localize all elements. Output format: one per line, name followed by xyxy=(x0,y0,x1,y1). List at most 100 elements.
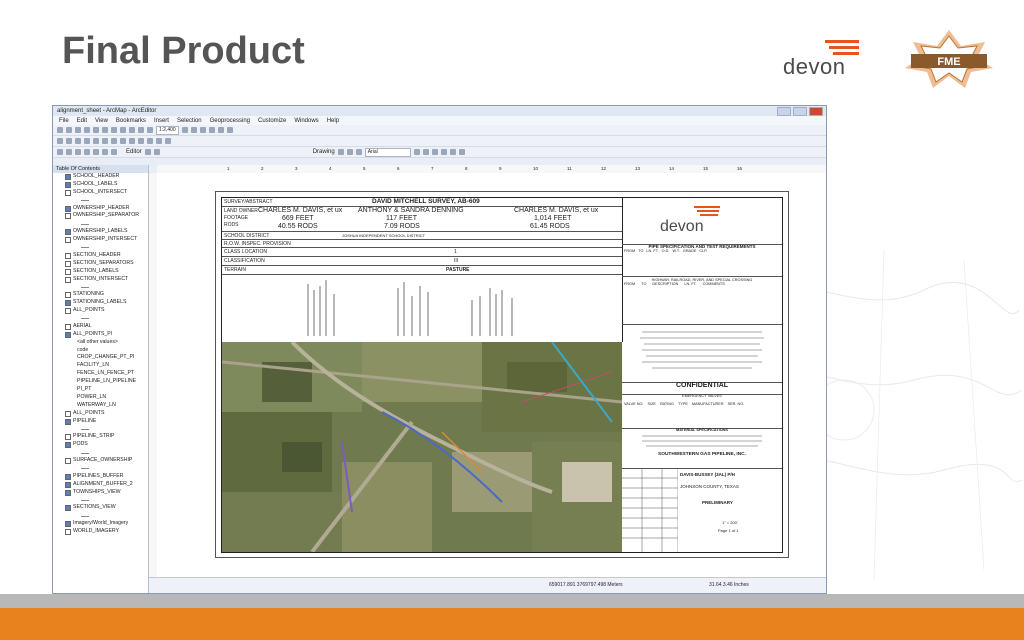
open-icon[interactable] xyxy=(66,127,72,133)
menu-selection[interactable]: Selection xyxy=(177,118,202,124)
time-slider-icon[interactable] xyxy=(165,138,171,144)
menu-help[interactable]: Help xyxy=(327,118,339,124)
editor-menu[interactable]: Editor xyxy=(126,149,142,155)
scale-field[interactable]: 1:2,400 xyxy=(156,125,179,135)
layout-zoom-in-icon[interactable] xyxy=(57,149,63,155)
select-features-icon[interactable] xyxy=(111,138,117,144)
toc-layer-row[interactable]: PIPELINE_STRIP xyxy=(53,433,148,441)
layer-visibility-checkbox[interactable] xyxy=(65,473,71,480)
toc-layer-row[interactable]: SCHOOL_LABELS xyxy=(53,181,148,189)
toc-layer-row[interactable]: PIPELINES_BUFFER xyxy=(53,473,148,481)
layer-visibility-checkbox[interactable] xyxy=(65,505,71,512)
menu-customize[interactable]: Customize xyxy=(258,118,286,124)
html-popup-icon[interactable] xyxy=(156,138,162,144)
toc-layer-row[interactable]: PIPELINE_LN_PIPELINE xyxy=(53,378,148,386)
zoom-whole-page-icon[interactable] xyxy=(84,149,90,155)
layer-visibility-checkbox[interactable] xyxy=(65,252,71,259)
add-data-icon[interactable] xyxy=(147,127,153,133)
layer-visibility-checkbox[interactable] xyxy=(65,260,71,267)
layer-visibility-checkbox[interactable] xyxy=(65,213,71,220)
minimize-button[interactable] xyxy=(777,106,791,116)
toc-layer-row[interactable]: STATIONING_LABELS xyxy=(53,299,148,307)
toc-layer-row[interactable]: PIPELINE xyxy=(53,418,148,426)
toc-layer-row[interactable]: SCHOOL_HEADER xyxy=(53,173,148,181)
toc-layer-row[interactable] xyxy=(53,283,148,291)
pan-icon[interactable] xyxy=(75,138,81,144)
underline-icon[interactable] xyxy=(431,149,438,155)
toc-layer-row[interactable] xyxy=(53,449,148,457)
layer-visibility-checkbox[interactable] xyxy=(65,489,71,496)
toc-layer-row[interactable]: ALL_POINTS_PI xyxy=(53,331,148,339)
delete-icon[interactable] xyxy=(120,127,126,133)
toc-layer-row[interactable] xyxy=(53,497,148,505)
toc-layer-row[interactable]: WATERWAY_LN xyxy=(53,402,148,410)
layer-visibility-checkbox[interactable] xyxy=(65,418,71,425)
text-icon[interactable] xyxy=(355,149,362,155)
menu-windows[interactable]: Windows xyxy=(294,118,318,124)
toc-layer-row[interactable]: PI_PT xyxy=(53,386,148,394)
toc-layer-row[interactable]: SCHOOL_INTERSECT xyxy=(53,189,148,197)
layout-zoom-out-icon[interactable] xyxy=(66,149,72,155)
layer-visibility-checkbox[interactable] xyxy=(65,300,71,307)
menu-edit[interactable]: Edit xyxy=(77,118,87,124)
layer-visibility-checkbox[interactable] xyxy=(65,229,71,236)
font-color-icon[interactable] xyxy=(440,149,447,155)
layer-visibility-checkbox[interactable] xyxy=(65,292,71,299)
arctoolbox-icon[interactable] xyxy=(217,127,224,133)
zoom-100-icon[interactable] xyxy=(93,149,99,155)
layer-visibility-checkbox[interactable] xyxy=(65,276,71,283)
layer-visibility-checkbox[interactable] xyxy=(65,434,71,441)
paste-icon[interactable] xyxy=(111,127,117,133)
toc-layer-row[interactable]: SECTION_SEPARATORS xyxy=(53,260,148,268)
layout-canvas[interactable]: SURVEY/ABSTRACT DAVID MITCHELL SURVEY, A… xyxy=(157,173,826,577)
menu-geoprocessing[interactable]: Geoprocessing xyxy=(210,118,250,124)
menu-view[interactable]: View xyxy=(95,118,108,124)
find-icon[interactable] xyxy=(129,138,135,144)
menu-bookmarks[interactable]: Bookmarks xyxy=(116,118,146,124)
toc-layer-row[interactable]: OWNERSHIP_LABELS xyxy=(53,228,148,236)
toc-layer-row[interactable]: OWNERSHIP_HEADER xyxy=(53,205,148,213)
line-color-icon[interactable] xyxy=(458,149,465,155)
toc-layer-row[interactable]: FACILITY_LN xyxy=(53,362,148,370)
layer-visibility-checkbox[interactable] xyxy=(65,529,71,536)
bold-icon[interactable] xyxy=(413,149,420,155)
toc-layer-row[interactable]: ALL_POINTS xyxy=(53,307,148,315)
save-icon[interactable] xyxy=(75,127,81,133)
zoom-out-icon[interactable] xyxy=(66,138,72,144)
layer-visibility-checkbox[interactable] xyxy=(65,205,71,212)
font-field[interactable]: Arial xyxy=(364,147,411,157)
layer-visibility-checkbox[interactable] xyxy=(65,181,71,188)
toc-layer-row[interactable]: code xyxy=(53,347,148,355)
layout-forward-icon[interactable] xyxy=(111,149,117,155)
python-icon[interactable] xyxy=(226,127,233,133)
forward-icon[interactable] xyxy=(102,138,108,144)
toc-layer-row[interactable]: ALIGNMENT_BUFFER_2 xyxy=(53,481,148,489)
toc-layer-row[interactable]: SECTIONS_VIEW xyxy=(53,504,148,512)
layer-visibility-checkbox[interactable] xyxy=(65,268,71,275)
cut-icon[interactable] xyxy=(93,127,99,133)
rectangle-icon[interactable] xyxy=(346,149,353,155)
toc-layer-row[interactable]: CROP_CHANGE_PT_PI xyxy=(53,354,148,362)
layer-visibility-checkbox[interactable] xyxy=(65,410,71,417)
measure-icon[interactable] xyxy=(138,138,144,144)
toc-layer-row[interactable] xyxy=(53,426,148,434)
toc-layer-row[interactable]: SURFACE_OWNERSHIP xyxy=(53,457,148,465)
toc-layer-row[interactable] xyxy=(53,465,148,473)
toc-layer-row[interactable]: AERIAL xyxy=(53,323,148,331)
layer-visibility-checkbox[interactable] xyxy=(65,521,71,528)
close-button[interactable] xyxy=(809,106,823,116)
layer-visibility-checkbox[interactable] xyxy=(65,442,71,449)
toc-layer-row[interactable]: PODS xyxy=(53,441,148,449)
toc-icon[interactable] xyxy=(190,127,197,133)
back-icon[interactable] xyxy=(93,138,99,144)
toc-layer-row[interactable]: WORLD_IMAGERY xyxy=(53,528,148,536)
maximize-button[interactable] xyxy=(793,106,807,116)
italic-icon[interactable] xyxy=(422,149,429,155)
redo-icon[interactable] xyxy=(138,127,144,133)
toc-layer-row[interactable] xyxy=(53,244,148,252)
search-icon[interactable] xyxy=(208,127,215,133)
toc-layer-row[interactable]: TOWNSHIPS_VIEW xyxy=(53,489,148,497)
drawing-menu[interactable]: Drawing xyxy=(313,149,335,155)
full-extent-icon[interactable] xyxy=(84,138,90,144)
menu-insert[interactable]: Insert xyxy=(154,118,169,124)
